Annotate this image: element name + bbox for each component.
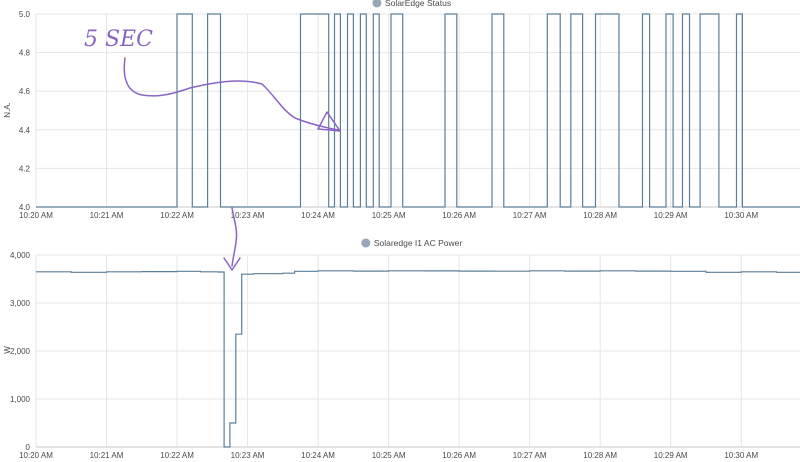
y-tick-label: 4.8 bbox=[19, 49, 31, 58]
x-tick-label: 10:22 AM bbox=[160, 211, 194, 220]
x-tick-label: 10:22 AM bbox=[160, 451, 194, 460]
x-tick-label: 10:29 AM bbox=[654, 211, 688, 220]
y-tick-label: 4.4 bbox=[19, 126, 31, 135]
x-tick-label: 10:28 AM bbox=[583, 451, 617, 460]
legend-label: Solaredge I1 AC Power bbox=[374, 238, 463, 248]
annotation-overlay: 5 SEC bbox=[84, 27, 341, 271]
x-tick-label: 10:29 AM bbox=[654, 451, 688, 460]
y-axis-title: W bbox=[3, 346, 12, 354]
series-line bbox=[36, 270, 800, 448]
x-tick-label: 10:30 AM bbox=[724, 211, 758, 220]
x-tick-label: 10:23 AM bbox=[231, 451, 265, 460]
x-tick-label: 10:28 AM bbox=[583, 211, 617, 220]
legend-label: SolarEdge Status bbox=[385, 0, 451, 8]
annotation-text: 5 SEC bbox=[84, 27, 153, 52]
x-tick-label: 10:21 AM bbox=[90, 211, 124, 220]
x-tick-label: 10:30 AM bbox=[724, 451, 758, 460]
x-tick-label: 10:26 AM bbox=[442, 211, 476, 220]
y-tick-label: 4.6 bbox=[19, 87, 31, 96]
x-tick-label: 10:25 AM bbox=[372, 451, 406, 460]
x-tick-label: 10:20 AM bbox=[19, 211, 53, 220]
legend: Solaredge I1 AC Power bbox=[361, 238, 462, 248]
x-tick-label: 10:27 AM bbox=[513, 451, 547, 460]
annotation-arrow-curve bbox=[123, 57, 339, 131]
y-tick-label: 3,000 bbox=[10, 299, 31, 308]
x-tick-label: 10:24 AM bbox=[301, 211, 335, 220]
x-tick-label: 10:23 AM bbox=[231, 211, 265, 220]
y-tick-label: 2,000 bbox=[10, 347, 31, 356]
y-tick-label: 1,000 bbox=[10, 395, 31, 404]
x-tick-label: 10:20 AM bbox=[19, 451, 53, 460]
legend-marker bbox=[361, 238, 371, 248]
charts-svg: 4.04.24.44.64.85.010:20 AM 10:21 AM 10:22 … bbox=[3, 0, 800, 460]
x-tick-label: 10:25 AM bbox=[372, 211, 406, 220]
x-tick-label: 10:21 AM bbox=[90, 451, 124, 460]
legend-marker bbox=[372, 0, 382, 8]
chart-panel-2: 01,0002,0003,0004,00010:20 AM 10:21 AM 10:… bbox=[3, 238, 800, 460]
y-tick-label: 4,000 bbox=[10, 251, 31, 260]
x-tick-label: 10:26 AM bbox=[442, 451, 476, 460]
x-tick-label: 10:27 AM bbox=[513, 211, 547, 220]
legend: SolarEdge Status bbox=[372, 0, 451, 8]
y-tick-label: 5.0 bbox=[19, 10, 31, 19]
y-tick-label: 4.2 bbox=[19, 164, 31, 173]
x-tick-label: 10:24 AM bbox=[301, 451, 335, 460]
y-axis-title: N.A. bbox=[3, 102, 12, 118]
chart-canvas: 4.0 4.2 4.4 4.6 4.8 5.0 10:20 AM 10:21 AM 10:22 … bbox=[0, 0, 800, 462]
